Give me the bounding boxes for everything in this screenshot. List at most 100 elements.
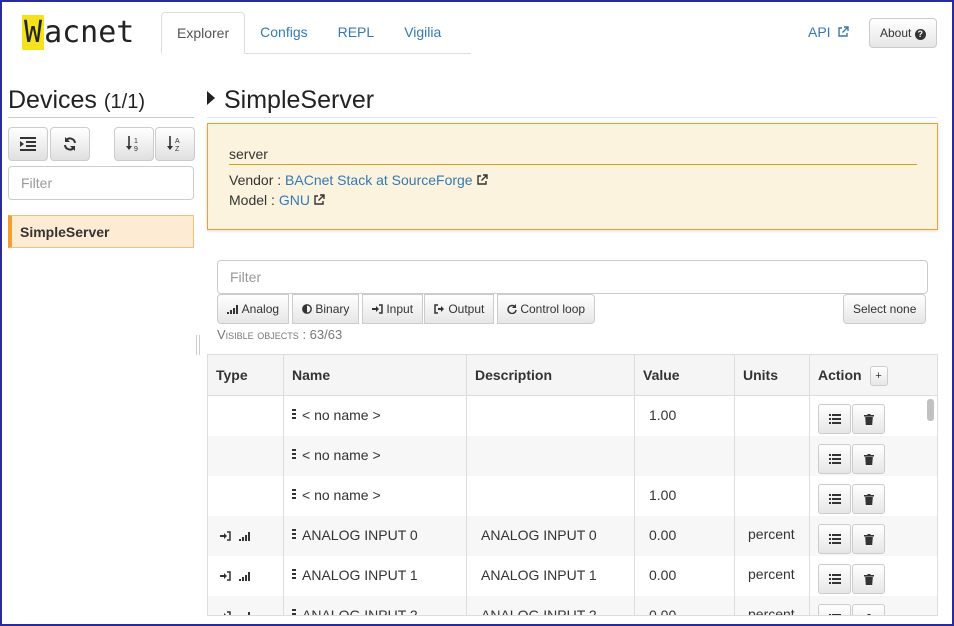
details-button[interactable] — [818, 404, 851, 434]
column-type[interactable]: Type — [208, 355, 284, 395]
delete-button[interactable] — [852, 524, 885, 554]
device-filter-input[interactable] — [8, 166, 194, 200]
delete-button[interactable] — [852, 484, 885, 514]
table-row[interactable]: < no name > 1.00 — [208, 396, 937, 436]
object-name[interactable]: < no name > — [302, 407, 381, 423]
log-in-icon — [224, 611, 231, 615]
api-link[interactable]: API — [808, 24, 850, 40]
sort-numeric-icon: 19 — [126, 136, 138, 152]
filter-input-label: Input — [386, 302, 414, 316]
devices-title: Devices (1/1) — [8, 86, 194, 118]
cell-action — [810, 556, 937, 596]
device-title[interactable]: SimpleServer — [207, 86, 937, 118]
cell-value: 0.00 — [635, 556, 735, 596]
about-button[interactable]: About ? — [869, 18, 937, 48]
signal-icon — [239, 532, 250, 541]
tab-configs[interactable]: Configs — [245, 12, 322, 54]
filter-binary-label: Binary — [315, 302, 350, 316]
tab-vigilia[interactable]: Vigilia — [389, 12, 456, 54]
cell-description — [467, 396, 635, 436]
table-body: < no name > 1.00 < no name > < no name > 1.0… — [208, 396, 937, 615]
table-row[interactable]: ANALOG INPUT 0 ANALOG INPUT 0 0.00 percent — [208, 516, 937, 556]
refresh-button[interactable] — [50, 127, 90, 161]
cell-value: 1.00 — [635, 476, 735, 516]
signal-icon — [239, 572, 250, 581]
indent-button[interactable] — [8, 127, 48, 161]
vendor-link[interactable]: BACnet Stack at SourceForge — [285, 172, 488, 188]
log-in-icon — [372, 304, 383, 314]
column-description[interactable]: Description — [467, 355, 635, 395]
filter-input-button[interactable]: Input — [362, 294, 424, 324]
objects-table: Type Name Description Value Units Action… — [207, 354, 938, 616]
cell-action — [810, 436, 937, 476]
table-row[interactable]: < no name > 1.00 — [208, 476, 937, 516]
filter-output-button[interactable]: Output — [424, 294, 495, 324]
table-row[interactable]: ANALOG INPUT 2 ANALOG INPUT 2 0.00 percent — [208, 596, 937, 615]
cell-description: ANALOG INPUT 2 — [467, 596, 635, 615]
app-logo[interactable]: Wacnet — [22, 15, 134, 50]
details-button[interactable] — [818, 524, 851, 554]
details-button[interactable] — [818, 444, 851, 474]
cell-value: 0.00 — [635, 596, 735, 615]
filter-control-loop-label: Control loop — [520, 302, 586, 316]
filter-analog-label: Analog — [241, 302, 280, 316]
cell-units — [735, 436, 810, 476]
object-name[interactable]: < no name > — [302, 447, 381, 463]
api-link-label: API — [808, 24, 831, 40]
object-filter-input[interactable] — [217, 260, 928, 294]
main-tabs: Explorer Configs REPL Vigilia — [161, 12, 471, 54]
column-units[interactable]: Units — [735, 355, 810, 395]
tab-repl[interactable]: REPL — [323, 12, 390, 54]
table-row[interactable]: ANALOG INPUT 1 ANALOG INPUT 1 0.00 percent — [208, 556, 937, 596]
table-row[interactable]: < no name > — [208, 436, 937, 476]
filter-control-loop-button[interactable]: Control loop — [497, 294, 596, 324]
table-scrollbar[interactable] — [927, 399, 934, 421]
add-column-button[interactable]: + — [869, 366, 888, 386]
refresh-icon — [507, 304, 517, 315]
details-button[interactable] — [818, 564, 851, 594]
filter-output-label: Output — [448, 302, 485, 316]
cell-name: < no name > — [284, 436, 467, 476]
log-in-icon — [220, 571, 231, 581]
pane-splitter[interactable] — [196, 335, 200, 355]
details-button[interactable] — [818, 484, 851, 514]
trash-icon — [863, 573, 874, 585]
tab-explorer[interactable]: Explorer — [161, 12, 246, 54]
refresh-icon — [64, 137, 76, 151]
details-button[interactable] — [818, 604, 851, 615]
question-circle-icon: ? — [914, 29, 926, 40]
vendor-label: Vendor : — [229, 172, 282, 188]
object-name[interactable]: < no name > — [302, 487, 381, 503]
cell-description: ANALOG INPUT 1 — [467, 556, 635, 596]
grip-icon — [292, 529, 296, 539]
delete-button[interactable] — [852, 564, 885, 594]
device-info-panel: server Vendor : BACnet Stack at SourceFo… — [207, 123, 938, 230]
cell-action — [810, 396, 937, 436]
sort-numeric-button[interactable]: 19 — [114, 127, 154, 161]
svg-text:A: A — [175, 138, 180, 145]
select-none-button[interactable]: Select none — [843, 294, 927, 324]
model-link[interactable]: GNU — [279, 192, 325, 208]
delete-button[interactable] — [852, 604, 885, 615]
visible-objects-label: Visible objects — [217, 327, 299, 342]
list-icon — [828, 534, 841, 544]
visible-objects-count: Visible objects : 63/63 — [217, 327, 342, 342]
filter-binary-button[interactable]: Binary — [292, 294, 360, 324]
device-item-simpleserver[interactable]: SimpleServer — [8, 215, 194, 248]
about-button-label: About — [880, 26, 912, 40]
cell-action — [810, 476, 937, 516]
filter-analog-button[interactable]: Analog — [217, 294, 290, 324]
column-value[interactable]: Value — [635, 355, 735, 395]
object-name[interactable]: ANALOG INPUT 0 — [302, 527, 418, 543]
object-name[interactable]: ANALOG INPUT 1 — [302, 567, 418, 583]
list-icon — [828, 574, 841, 584]
trash-icon — [863, 533, 874, 545]
column-name[interactable]: Name — [284, 355, 467, 395]
delete-button[interactable] — [852, 444, 885, 474]
trash-icon — [863, 453, 874, 465]
object-name[interactable]: ANALOG INPUT 2 — [302, 607, 418, 615]
trash-icon — [863, 493, 874, 505]
devices-title-label: Devices — [8, 86, 97, 114]
sort-alpha-button[interactable]: AZ — [155, 127, 195, 161]
delete-button[interactable] — [852, 404, 885, 434]
